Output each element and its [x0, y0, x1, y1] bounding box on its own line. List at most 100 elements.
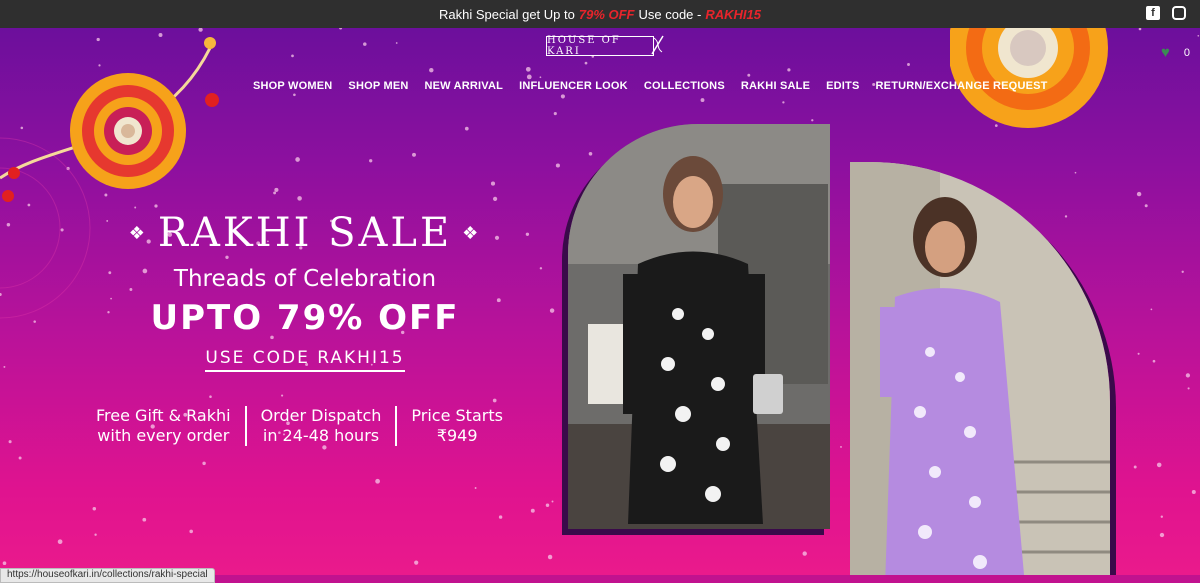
header-icons: ♥ 0: [1161, 44, 1190, 61]
sparkle-dot: [539, 267, 543, 270]
hero-headline: ❖ RAKHI SALE ❖ Threads of Celebration UP…: [100, 210, 510, 372]
sparkle-dot: [787, 68, 791, 72]
sparkle-dot: [1160, 515, 1163, 518]
needle-icon: [651, 35, 664, 55]
sparkle-dot: [94, 533, 97, 536]
social-links: f: [1146, 6, 1186, 20]
sparkle-dot: [474, 487, 477, 489]
sparkle-dot: [1133, 465, 1137, 469]
sparkle-dot: [291, 54, 294, 58]
sparkle-dot: [395, 42, 398, 44]
sparkle-dot: [0, 292, 2, 297]
sparkle-dot: [412, 152, 416, 157]
sparkle-dot: [142, 517, 147, 522]
flourish-right-icon: ❖: [462, 222, 482, 244]
sale-title-row: ❖ RAKHI SALE ❖: [100, 210, 510, 256]
sparkle-dot: [92, 506, 97, 511]
sparkle-dot: [526, 74, 532, 80]
sparkle-dot: [293, 93, 296, 97]
sparkle-dot: [1152, 359, 1156, 363]
promo-text[interactable]: Rakhi Special get Up to 79% OFF Use code…: [439, 7, 761, 22]
feature-price: Price Starts ₹949: [395, 406, 517, 446]
nav-shop-women[interactable]: SHOP WOMEN: [253, 80, 332, 92]
feature-free-gift: Free Gift & Rakhi with every order: [82, 406, 245, 446]
promo-code: RAKHI15: [705, 6, 761, 22]
sparkle-dot: [539, 76, 542, 79]
nav-new-arrival[interactable]: NEW ARRIVAL: [425, 80, 504, 92]
sparkle-dot: [202, 461, 206, 466]
sparkle-dot: [498, 515, 503, 519]
sparkle-dot: [274, 187, 279, 192]
sparkle-dot: [588, 152, 593, 156]
feature-strip: Free Gift & Rakhi with every order Order…: [82, 406, 517, 446]
sparkle-dot: [490, 181, 496, 186]
nav-rakhi-sale[interactable]: RAKHI SALE: [741, 80, 810, 92]
sparkle-dot: [907, 63, 910, 66]
sparkle-dot: [18, 456, 22, 460]
rakhi-decoration-right: [950, 28, 1108, 128]
sparkle-dot: [273, 191, 277, 195]
sparkle-dot: [297, 196, 302, 201]
nav-collections[interactable]: COLLECTIONS: [644, 80, 725, 92]
sparkle-dot: [1187, 387, 1190, 390]
sparkle-dot: [2, 561, 7, 565]
sparkle-dot: [1138, 28, 1142, 31]
brand-logo[interactable]: HOUSE OF KARI: [546, 35, 654, 57]
sparkle-dot: [1136, 191, 1142, 197]
sale-offer: UPTO 79% OFF: [150, 298, 460, 338]
sparkle-dot: [584, 61, 588, 65]
feature-line: in 24-48 hours: [262, 426, 380, 445]
sparkle-dot: [33, 320, 36, 323]
feature-line: Free Gift & Rakhi: [96, 406, 231, 425]
sparkle-dot: [560, 94, 565, 99]
sparkle-dot: [1197, 34, 1200, 37]
sparkle-dot: [747, 73, 751, 77]
sparkle-dot: [1064, 215, 1068, 218]
sparkle-dot: [525, 232, 530, 236]
sparkle-dot: [281, 394, 284, 397]
sparkle-dot: [530, 508, 535, 513]
sparkle-dot: [363, 42, 367, 46]
promo-prefix: Rakhi Special get Up to: [439, 6, 575, 22]
nav-return-exchange[interactable]: RETURN/EXCHANGE REQUEST: [876, 80, 1048, 92]
sparkle-dot: [1150, 308, 1153, 311]
nav-edits[interactable]: EDITS: [826, 80, 859, 92]
sparkle-dot: [492, 196, 498, 202]
sparkle-dot: [209, 395, 212, 398]
feature-line: ₹949: [436, 426, 478, 445]
sale-title: RAKHI SALE: [157, 210, 453, 256]
sparkle-dot: [1137, 352, 1140, 355]
promo-mid: Use code -: [638, 6, 702, 22]
instagram-icon[interactable]: [1172, 6, 1186, 20]
cart-count[interactable]: 0: [1184, 47, 1190, 59]
hero-banner[interactable]: HOUSE OF KARI SHOP WOMEN SHOP MEN NEW AR…: [0, 28, 1200, 575]
sparkle-dot: [57, 539, 63, 545]
main-nav: SHOP WOMEN SHOP MEN NEW ARRIVAL INFLUENC…: [253, 80, 1048, 92]
nav-influencer-look[interactable]: INFLUENCER LOOK: [519, 80, 628, 92]
sparkle-dot: [414, 560, 419, 565]
sparkle-dot: [555, 163, 560, 168]
model-image-black-kurta[interactable]: [568, 124, 830, 529]
sparkle-dot: [551, 500, 554, 503]
sparkle-dot: [1191, 490, 1196, 494]
sparkle-dot: [339, 28, 343, 30]
sparkle-dot: [782, 101, 785, 104]
sparkle-dot: [545, 503, 550, 507]
sparkle-dot: [1181, 270, 1184, 273]
sparkle-dot: [1156, 462, 1162, 468]
sparkle-dot: [464, 126, 469, 131]
sparkle-dot: [547, 554, 553, 560]
sparkle-dot: [492, 398, 497, 403]
sale-code: USE CODE RAKHI15: [205, 348, 405, 372]
sparkle-dot: [549, 308, 555, 313]
sparkle-dot: [375, 478, 380, 484]
feature-dispatch: Order Dispatch in 24-48 hours: [244, 406, 396, 446]
wishlist-icon[interactable]: ♥: [1161, 44, 1170, 61]
nav-shop-men[interactable]: SHOP MEN: [348, 80, 408, 92]
sparkle-dot: [1144, 204, 1148, 208]
facebook-icon[interactable]: f: [1146, 6, 1160, 20]
promo-percent: 79% OFF: [578, 6, 635, 22]
sparkle-dot: [3, 365, 6, 368]
feature-line: Price Starts: [411, 406, 503, 425]
sparkle-dot: [811, 119, 814, 122]
